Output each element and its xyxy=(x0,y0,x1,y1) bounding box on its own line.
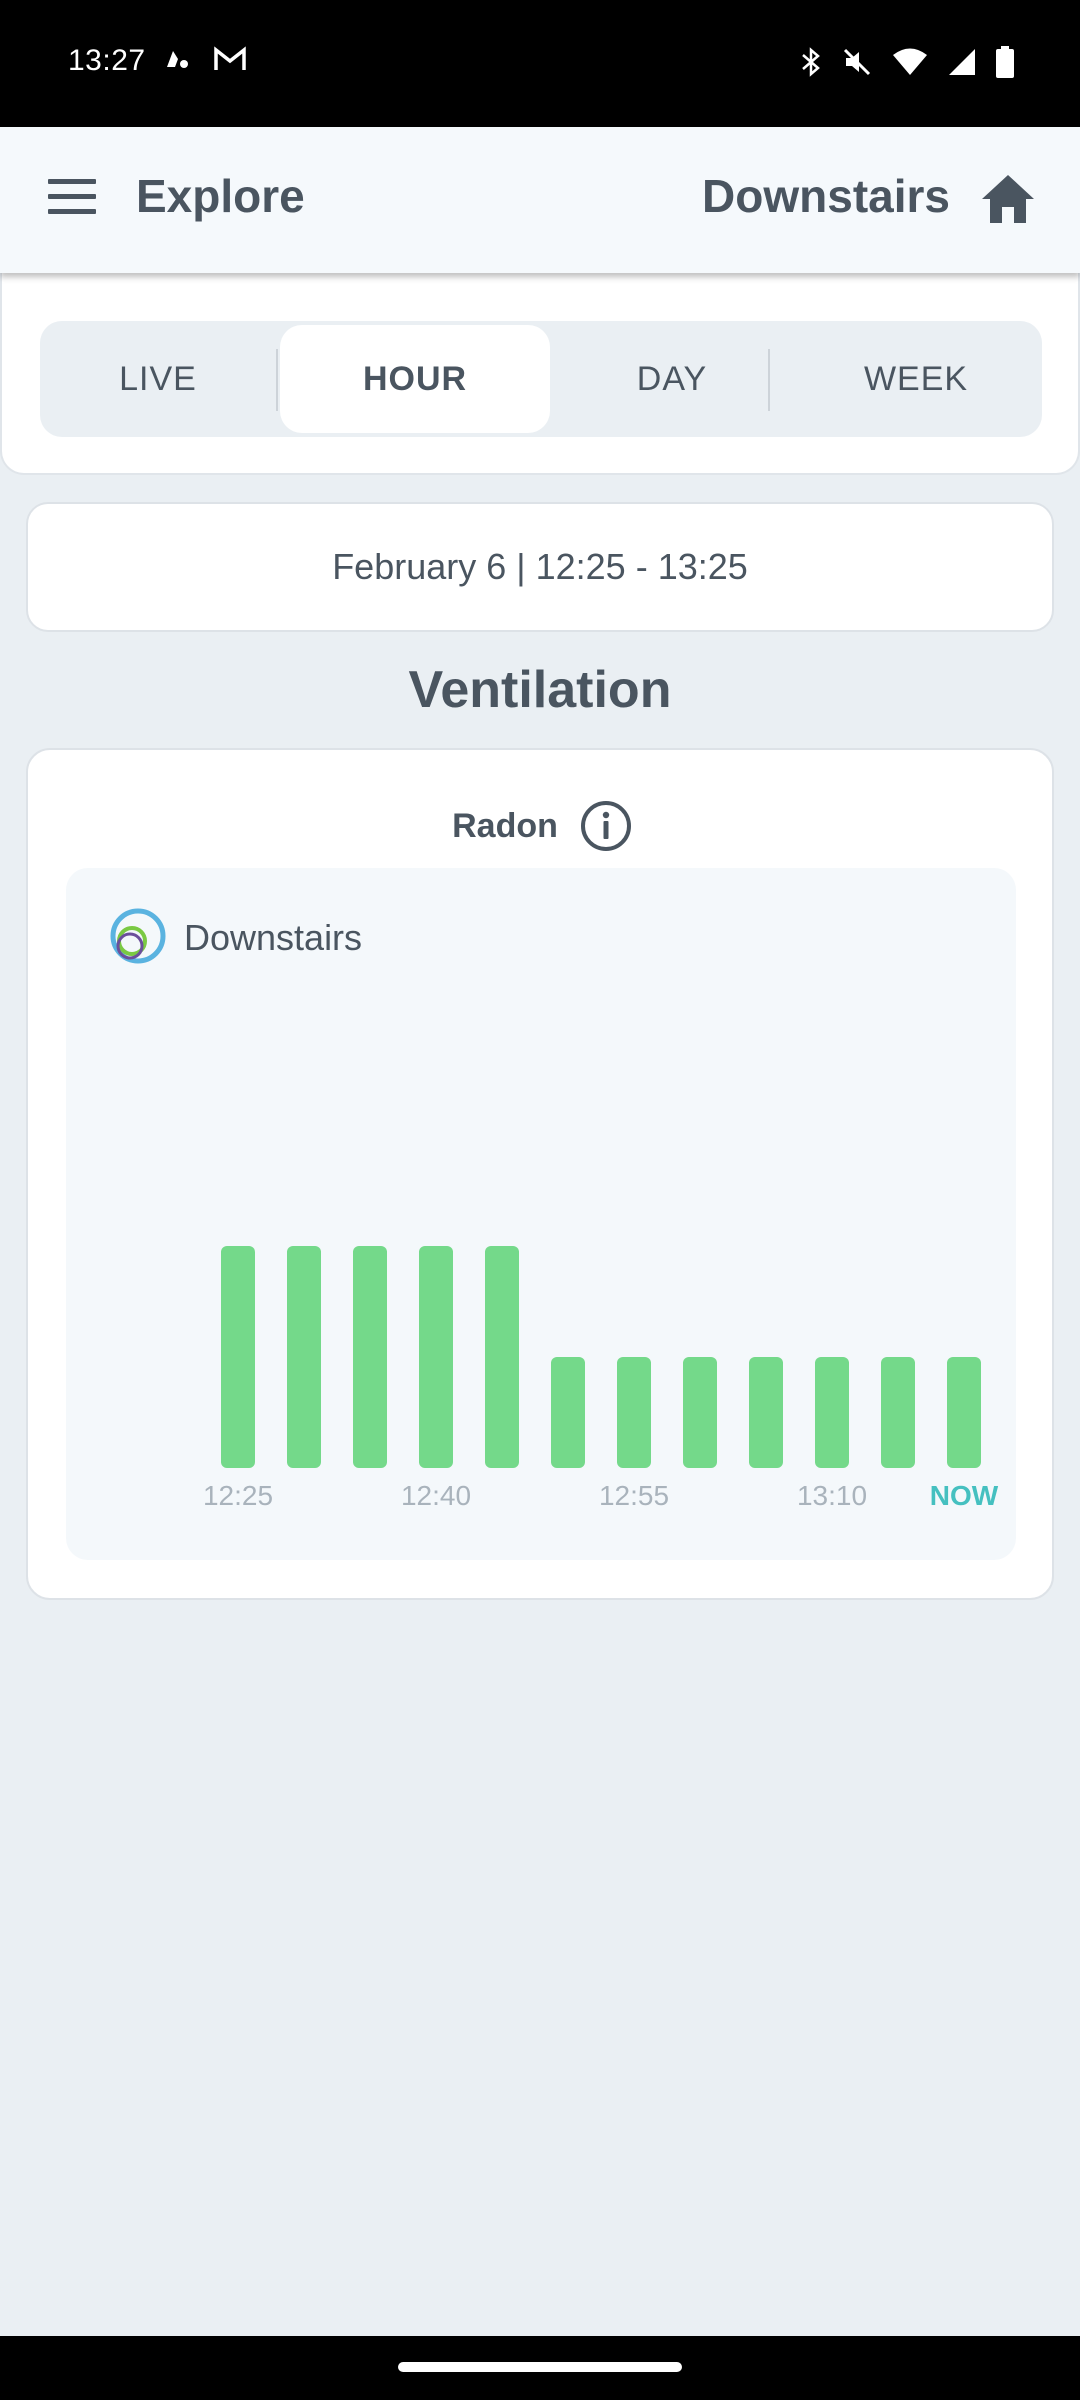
wifi-icon xyxy=(893,48,927,75)
time-range-card: LIVE HOUR DAY WEEK xyxy=(0,273,1080,475)
time-range-tabs: LIVE HOUR DAY WEEK xyxy=(40,321,1042,437)
x-tick-label: 12:55 xyxy=(598,1480,670,1511)
chart-bar xyxy=(221,1246,255,1468)
chart-bar xyxy=(947,1357,981,1468)
date-range: February 6 | 12:25 - 13:25 xyxy=(26,502,1054,632)
app-bar: Explore Downstairs xyxy=(0,127,1080,273)
chart-bar xyxy=(485,1246,519,1468)
page-title: Explore xyxy=(136,170,305,222)
x-tick-label: NOW xyxy=(929,1480,999,1511)
location-selector[interactable]: Downstairs xyxy=(702,169,950,223)
bluetooth-icon xyxy=(802,47,820,77)
chart-bar xyxy=(617,1357,651,1468)
chart-bar xyxy=(749,1357,783,1468)
signal-icon xyxy=(949,49,975,75)
chart-bar xyxy=(683,1357,717,1468)
x-tick-label: 13:10 xyxy=(796,1480,868,1511)
status-time: 13:27 xyxy=(68,44,146,77)
chart-bar xyxy=(815,1357,849,1468)
menu-icon[interactable] xyxy=(48,179,98,219)
battery-icon xyxy=(996,46,1014,78)
chart-bar xyxy=(419,1246,453,1468)
section-title: Ventilation xyxy=(408,661,672,719)
radon-bar-chart: 12:25 12:40 12:55 13:10 NOW xyxy=(66,868,1016,1560)
x-tick-label: 12:40 xyxy=(400,1480,472,1511)
tab-day[interactable]: DAY xyxy=(554,321,790,437)
home-gesture-handle[interactable] xyxy=(398,2362,682,2372)
home-icon[interactable] xyxy=(980,171,1036,227)
x-tick-label: 12:25 xyxy=(202,1480,274,1511)
tab-week[interactable]: WEEK xyxy=(790,321,1042,437)
chart-bar xyxy=(353,1246,387,1468)
tab-divider xyxy=(276,349,278,411)
chart-bar xyxy=(551,1357,585,1468)
gmail-icon xyxy=(214,46,246,70)
metric-label: Radon xyxy=(452,806,558,845)
mute-icon xyxy=(843,48,871,76)
chart-panel: Downstairs 12:25 12:40 12:55 13:10 NOW xyxy=(66,868,1016,1560)
info-icon[interactable] xyxy=(580,800,632,852)
notification-icon xyxy=(167,51,188,68)
tab-divider xyxy=(768,349,770,411)
chart-bar xyxy=(881,1357,915,1468)
status-bar: 13:27 xyxy=(0,0,1080,127)
radon-chart-card: Radon Downstairs 12:25 12:40 12:55 13:10 NOW xyxy=(26,748,1054,1600)
tab-live[interactable]: LIVE xyxy=(40,321,276,437)
tab-hour[interactable]: HOUR xyxy=(280,325,550,433)
chart-bar xyxy=(287,1246,321,1468)
